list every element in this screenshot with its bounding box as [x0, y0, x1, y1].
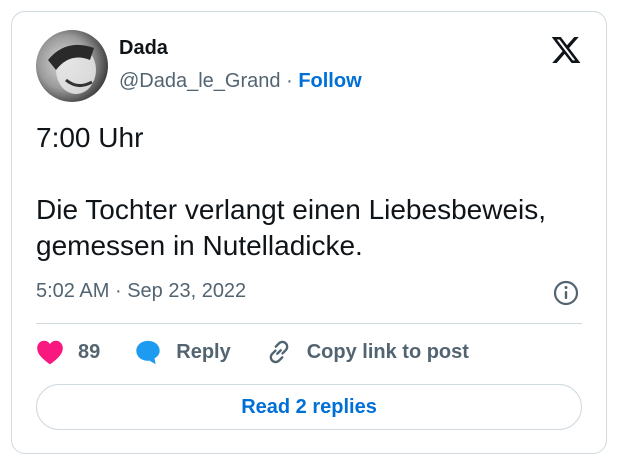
author-name[interactable]: Dada — [119, 37, 168, 60]
read-replies-button[interactable]: Read 2 replies — [36, 384, 582, 430]
copy-link-label: Copy link to post — [306, 340, 469, 363]
tweet-line: 7:00 Uhr — [36, 122, 144, 153]
action-bar: 89 Reply Copy link to post — [36, 338, 503, 366]
tweet-time: 5:02 AM — [36, 280, 110, 302]
divider — [36, 323, 582, 324]
author-handle-row: @Dada_le_Grand · Follow — [119, 70, 362, 93]
info-icon[interactable] — [552, 279, 580, 307]
avatar[interactable] — [36, 30, 108, 102]
timestamp-separator: · — [114, 280, 122, 302]
link-icon — [269, 340, 289, 364]
speech-bubble-icon — [136, 340, 160, 365]
tweet-date: Sep 23, 2022 — [127, 280, 247, 302]
author-handle[interactable]: @Dada_le_Grand — [119, 70, 281, 92]
handle-separator: · — [286, 70, 293, 92]
reply-label: Reply — [176, 340, 231, 363]
heart-icon — [37, 340, 63, 365]
tweet-line: Die Tochter verlangt einen Liebesbeweis,… — [36, 194, 547, 261]
reply-button[interactable]: Reply — [134, 338, 231, 366]
tweet-text: 7:00 Uhr Die Tochter verlangt einen Lieb… — [36, 120, 596, 264]
follow-link[interactable]: Follow — [298, 70, 361, 92]
x-logo-icon[interactable] — [550, 34, 582, 66]
tweet-timestamp[interactable]: 5:02 AM · Sep 23, 2022 — [36, 280, 246, 303]
like-button[interactable]: 89 — [36, 339, 100, 365]
tweet-card: Dada @Dada_le_Grand · Follow 7:00 Uhr Di… — [11, 11, 607, 454]
like-count: 89 — [78, 340, 101, 363]
copy-link-button[interactable]: Copy link to post — [265, 338, 469, 366]
